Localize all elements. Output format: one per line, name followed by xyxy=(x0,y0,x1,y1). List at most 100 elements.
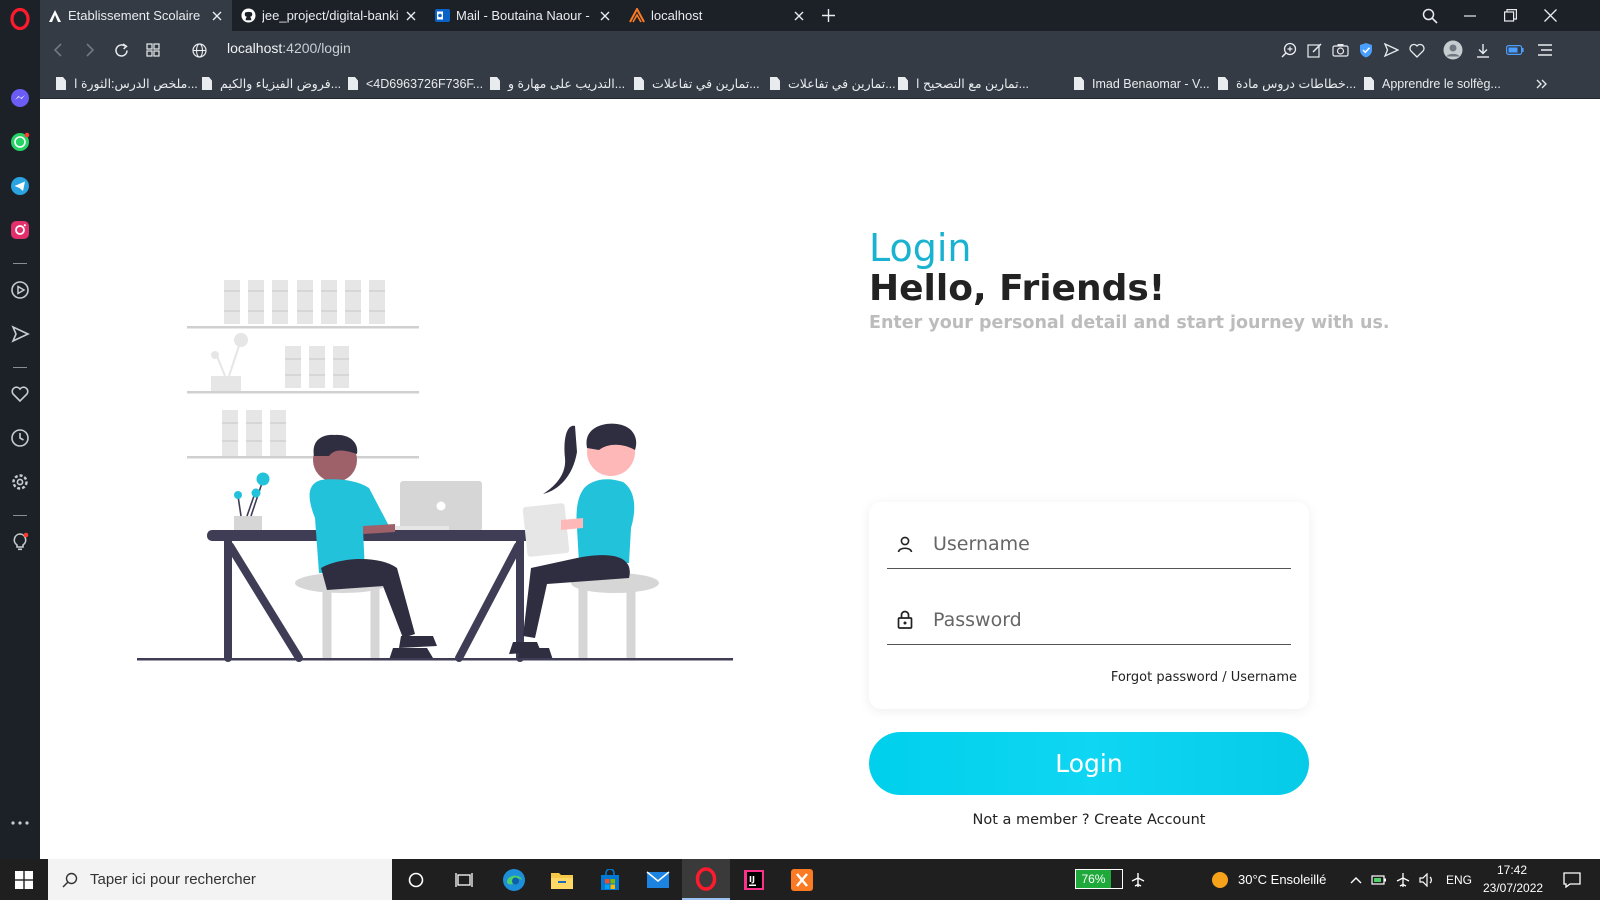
user-icon xyxy=(891,532,919,556)
player-icon[interactable] xyxy=(8,278,32,302)
bookmark-item[interactable]: تمارين مع التصحيح ا... xyxy=(898,74,1029,93)
tab-search-icon[interactable] xyxy=(1410,0,1450,31)
download-icon[interactable] xyxy=(1472,39,1494,61)
password-field-row xyxy=(887,595,1291,645)
cortana-icon[interactable] xyxy=(392,859,440,900)
whatsapp-icon[interactable] xyxy=(8,130,32,154)
battery-indicator[interactable]: 76% xyxy=(1075,869,1123,889)
document-icon xyxy=(1364,77,1374,90)
bookmark-item[interactable]: <4D6963726F736F... xyxy=(348,74,483,93)
document-icon xyxy=(348,77,358,90)
battery-tray-icon[interactable] xyxy=(1368,859,1390,900)
speed-dial-icon[interactable] xyxy=(140,37,166,63)
language-indicator[interactable]: ENG xyxy=(1446,873,1472,887)
notifications-icon[interactable] xyxy=(1552,859,1592,900)
close-icon[interactable] xyxy=(598,9,612,23)
vpn-shield-icon[interactable] xyxy=(1355,39,1377,61)
heart-icon[interactable] xyxy=(8,382,32,406)
send-icon[interactable] xyxy=(8,322,32,346)
bookmarks-bar: ملخص الدرس:الثورة ا... فروض الفيزياء وال… xyxy=(40,68,1600,99)
username-input[interactable] xyxy=(933,532,1273,555)
airplane-icon[interactable] xyxy=(1126,859,1150,900)
bookmark-item[interactable]: Imad Benaomar - V... xyxy=(1074,74,1210,93)
tab-etablissement[interactable]: Etablissement Scolaire xyxy=(40,0,232,31)
minimize-icon[interactable] xyxy=(1450,0,1490,31)
lightbulb-icon[interactable] xyxy=(8,530,32,554)
username-field-row xyxy=(887,519,1291,569)
document-icon xyxy=(1218,77,1228,90)
chevron-up-icon[interactable] xyxy=(1346,859,1366,900)
battery-percent: 76% xyxy=(1081,872,1106,886)
volume-icon[interactable] xyxy=(1416,859,1438,900)
bookmarks-overflow-icon[interactable] xyxy=(1536,74,1548,93)
avatar[interactable] xyxy=(1442,39,1464,61)
weather-sun-icon[interactable] xyxy=(1208,859,1232,900)
camera-icon[interactable] xyxy=(1329,39,1351,61)
taskbar-search[interactable]: Taper ici pour rechercher xyxy=(48,859,392,900)
close-window-icon[interactable] xyxy=(1530,0,1570,31)
bookmark-item[interactable]: فروض الفيزياء والكيم... xyxy=(202,74,341,93)
battery-saver-icon[interactable] xyxy=(1504,39,1526,61)
document-icon xyxy=(1074,77,1084,90)
weather-text[interactable]: 30°C Ensoleillé xyxy=(1238,872,1326,887)
create-account-link[interactable]: Not a member ? Create Account xyxy=(869,812,1309,828)
subtitle: Enter your personal detail and start jou… xyxy=(869,313,1390,333)
workspace-illustration xyxy=(137,228,737,673)
lock-icon xyxy=(891,608,919,632)
zoom-icon[interactable] xyxy=(1278,39,1300,61)
xampp-icon xyxy=(629,8,645,23)
globe-icon xyxy=(186,37,212,63)
windows-taskbar: Taper ici pour rechercher IJ 76% 30°C En… xyxy=(0,859,1600,900)
tab-github[interactable]: jee_project/digital-banking xyxy=(233,0,426,31)
edit-icon[interactable] xyxy=(1304,39,1326,61)
flow-send-icon[interactable] xyxy=(1380,39,1402,61)
menu-icon[interactable] xyxy=(1534,39,1556,61)
url-field[interactable]: localhost:4200/login xyxy=(227,40,351,56)
close-icon[interactable] xyxy=(210,9,224,23)
opera-sidebar xyxy=(0,0,40,859)
tab-bar: Etablissement Scolaire jee_project/digit… xyxy=(40,0,1600,31)
file-explorer-icon[interactable] xyxy=(538,859,586,900)
clock-time[interactable]: 17:42 xyxy=(1497,863,1527,877)
bookmark-item[interactable]: ملخص الدرس:الثورة ا... xyxy=(56,74,198,93)
clock-date[interactable]: 23/07/2022 xyxy=(1483,881,1543,895)
settings-icon[interactable] xyxy=(8,470,32,494)
telegram-icon[interactable] xyxy=(8,174,32,198)
bookmark-item[interactable]: Apprendre le solfèg... xyxy=(1364,74,1501,93)
document-icon xyxy=(490,77,500,90)
bookmark-item[interactable]: خطاطات دروس مادة... xyxy=(1218,74,1356,93)
history-icon[interactable] xyxy=(8,426,32,450)
close-icon[interactable] xyxy=(404,9,418,23)
bookmark-item[interactable]: تمارين في تفاعلات... xyxy=(634,74,760,93)
opera-taskbar-icon[interactable] xyxy=(682,859,730,900)
opera-logo-icon[interactable] xyxy=(8,7,32,31)
password-input[interactable] xyxy=(933,608,1273,631)
intellij-icon[interactable]: IJ xyxy=(730,859,778,900)
xampp-taskbar-icon[interactable] xyxy=(778,859,826,900)
store-icon[interactable] xyxy=(586,859,634,900)
task-view-icon[interactable] xyxy=(440,859,488,900)
forgot-password-link[interactable]: Forgot password / Username xyxy=(1111,670,1297,685)
document-icon xyxy=(56,77,66,90)
tab-mail[interactable]: Mail - Boutaina Naour - Ou xyxy=(427,0,620,31)
new-tab-button[interactable] xyxy=(814,0,842,31)
messenger-icon[interactable] xyxy=(8,86,32,110)
bookmark-heart-icon[interactable] xyxy=(1406,39,1428,61)
login-button[interactable]: Login xyxy=(869,732,1309,795)
bookmark-item[interactable]: التدريب على مهارة و... xyxy=(490,74,625,93)
instagram-icon[interactable] xyxy=(8,218,32,242)
restore-icon[interactable] xyxy=(1490,0,1530,31)
windows-start-icon[interactable] xyxy=(0,859,48,900)
mail-icon[interactable] xyxy=(634,859,682,900)
edge-icon[interactable] xyxy=(490,859,538,900)
tab-localhost[interactable]: localhost xyxy=(621,0,814,31)
network-airplane-icon[interactable] xyxy=(1392,859,1414,900)
reload-icon[interactable] xyxy=(108,37,134,63)
outlook-icon xyxy=(435,9,450,22)
bookmark-item[interactable]: تمارين في تفاعلات... xyxy=(770,74,896,93)
close-icon[interactable] xyxy=(792,9,806,23)
address-bar: localhost:4200/login xyxy=(40,31,1600,68)
forward-icon[interactable] xyxy=(77,37,103,63)
more-icon[interactable] xyxy=(8,811,32,835)
back-icon[interactable] xyxy=(45,37,71,63)
